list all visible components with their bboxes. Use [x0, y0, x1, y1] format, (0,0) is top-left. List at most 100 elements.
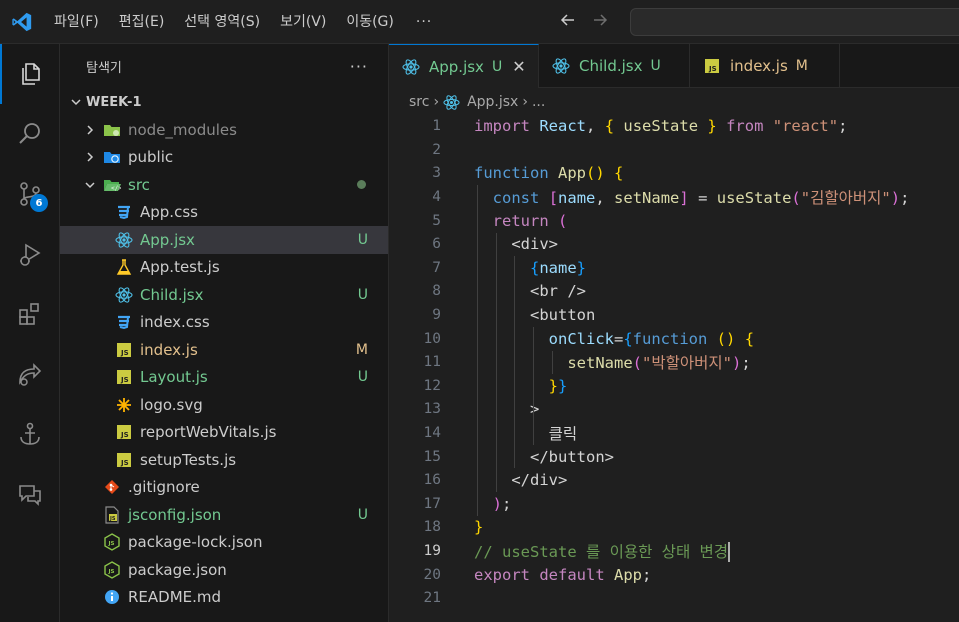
tab-label: App.jsx — [429, 57, 484, 76]
breadcrumb-folder[interactable]: src — [409, 94, 429, 110]
js-file-icon: JS — [114, 450, 134, 470]
explorer-more-button[interactable]: ··· — [350, 57, 368, 76]
code-line[interactable]: 1 import React, { useState } from "react"… — [389, 115, 959, 139]
close-icon[interactable]: ✕ — [512, 57, 525, 76]
menu-file[interactable]: 파일(F) — [44, 0, 109, 44]
code-line[interactable]: 12 }} — [389, 374, 959, 398]
tree-item-app-css[interactable]: App.css — [60, 199, 388, 227]
code-line[interactable]: 10 onClick={function () { — [389, 327, 959, 351]
line-number: 7 — [432, 259, 441, 276]
git-status-badge: U — [491, 58, 503, 75]
code-line[interactable]: 7 {name} — [389, 256, 959, 280]
code-text: </div> — [474, 471, 568, 490]
tab-index-js[interactable]: JS index.js M — [690, 44, 840, 88]
js-file-icon: JS — [114, 340, 134, 360]
tree-item-package-json[interactable]: JS package.json — [60, 556, 388, 584]
tree-item-app-test-js[interactable]: App.test.js — [60, 254, 388, 282]
git-status-badge: U — [357, 286, 368, 303]
tree-item-label: Layout.js — [140, 368, 208, 387]
code-line[interactable]: 8 <br /> — [389, 280, 959, 304]
code-line[interactable]: 14 클릭 — [389, 421, 959, 445]
tab-label: Child.jsx — [579, 57, 643, 75]
forward-arrow-icon[interactable] — [590, 11, 610, 34]
tree-item-src[interactable]: </> src — [60, 171, 388, 199]
chat-icon[interactable] — [0, 464, 60, 524]
code-line[interactable]: 4 const [name, setName] = useState("김할아버… — [389, 185, 959, 209]
code-line[interactable]: 3 function App() { — [389, 162, 959, 186]
breadcrumb: src › App.jsx › ... — [389, 88, 959, 116]
code-text: return ( — [492, 211, 568, 230]
code-line[interactable]: 19 // useState 를 이용한 상태 변경 — [389, 539, 959, 563]
code-line[interactable]: 18} — [389, 516, 959, 540]
tree-item-index-js[interactable]: JS index.js M — [60, 336, 388, 364]
code-editor[interactable]: 1 import React, { useState } from "react"… — [389, 114, 959, 622]
code-line[interactable]: 5 return ( — [389, 209, 959, 233]
command-center-search[interactable] — [630, 8, 959, 36]
code-line[interactable]: 11 setName("박할아버지"); — [389, 351, 959, 375]
react-file-icon — [401, 57, 421, 77]
tree-item-label: package-lock.json — [128, 533, 263, 552]
tree-item-gitignore[interactable]: .gitignore — [60, 474, 388, 502]
remote-icon[interactable] — [0, 344, 60, 404]
menu-edit[interactable]: 편집(E) — [109, 0, 175, 44]
tree-item-public[interactable]: public — [60, 144, 388, 172]
menu-selection[interactable]: 선택 영역(S) — [174, 0, 270, 44]
tree-item-child-jsx[interactable]: Child.jsx U — [60, 281, 388, 309]
code-text: // useState 를 이용한 상태 변경 — [474, 542, 731, 563]
workspace-section-header[interactable]: WEEK-1 — [60, 88, 388, 116]
search-icon[interactable] — [0, 104, 60, 164]
explorer-icon[interactable] — [0, 44, 60, 104]
breadcrumb-separator: › — [433, 94, 440, 110]
tree-item-label: index.css — [140, 313, 210, 332]
tree-item-jsconfig-json[interactable]: JS jsconfig.json U — [60, 501, 388, 529]
tab-child-jsx[interactable]: Child.jsx U — [539, 44, 690, 88]
menu-go[interactable]: 이동(G) — [336, 0, 404, 44]
code-line[interactable]: 13 > — [389, 398, 959, 422]
tree-item-node-modules[interactable]: node_modules — [60, 116, 388, 144]
tree-item-package-lock-json[interactable]: JS package-lock.json — [60, 529, 388, 557]
extensions-icon[interactable] — [0, 284, 60, 344]
tree-item-setup-tests-js[interactable]: JS setupTests.js — [60, 446, 388, 474]
tree-item-logo-svg[interactable]: logo.svg — [60, 391, 388, 419]
css-file-icon — [114, 312, 134, 332]
code-text: <div> — [474, 235, 558, 254]
tree-item-app-jsx[interactable]: App.jsx U — [60, 226, 388, 254]
source-control-icon[interactable]: 6 — [0, 164, 60, 224]
nodejs-file-icon: JS — [102, 532, 122, 552]
back-arrow-icon[interactable] — [558, 11, 578, 34]
tab-app-jsx[interactable]: App.jsx U ✕ — [389, 44, 539, 88]
tree-item-label: reportWebVitals.js — [140, 423, 277, 442]
code-line[interactable]: 17 ); — [389, 492, 959, 516]
code-text: onClick={function () { — [548, 329, 755, 348]
css-file-icon — [114, 202, 134, 222]
tree-item-index-css[interactable]: index.css — [60, 309, 388, 337]
line-number: 16 — [423, 472, 441, 489]
code-line[interactable]: 16 </div> — [389, 469, 959, 493]
run-debug-icon[interactable] — [0, 224, 60, 284]
code-line[interactable]: 21 — [389, 587, 959, 611]
breadcrumb-file[interactable]: App.jsx — [467, 94, 518, 110]
code-line[interactable]: 20 export default App; — [389, 563, 959, 587]
git-status-badge: U — [650, 58, 661, 74]
tree-item-readme-md[interactable]: README.md — [60, 584, 388, 612]
menu-more-button[interactable]: ··· — [404, 14, 444, 30]
tree-item-report-web-vitals-js[interactable]: JS reportWebVitals.js — [60, 419, 388, 447]
code-line[interactable]: 9 <button — [389, 303, 959, 327]
breadcrumb-separator: › — [522, 94, 528, 110]
line-number: 3 — [432, 165, 441, 182]
svg-file-icon — [114, 395, 134, 415]
anchor-icon[interactable] — [0, 404, 60, 464]
code-text: function App() { — [474, 164, 624, 183]
vscode-logo-icon — [0, 0, 44, 44]
public-folder-icon — [102, 147, 122, 167]
menu-view[interactable]: 보기(V) — [270, 0, 336, 44]
code-line[interactable]: 6 <div> — [389, 233, 959, 257]
jsconfig-file-icon: JS — [102, 505, 122, 525]
tree-item-layout-js[interactable]: JS Layout.js U — [60, 364, 388, 392]
code-text: <button — [474, 306, 596, 325]
js-file-icon: JS — [114, 367, 134, 387]
code-line[interactable]: 2 — [389, 138, 959, 162]
tree-item-label: App.css — [140, 203, 198, 222]
code-line[interactable]: 15 </button> — [389, 445, 959, 469]
breadcrumb-symbols[interactable]: ... — [532, 94, 545, 110]
